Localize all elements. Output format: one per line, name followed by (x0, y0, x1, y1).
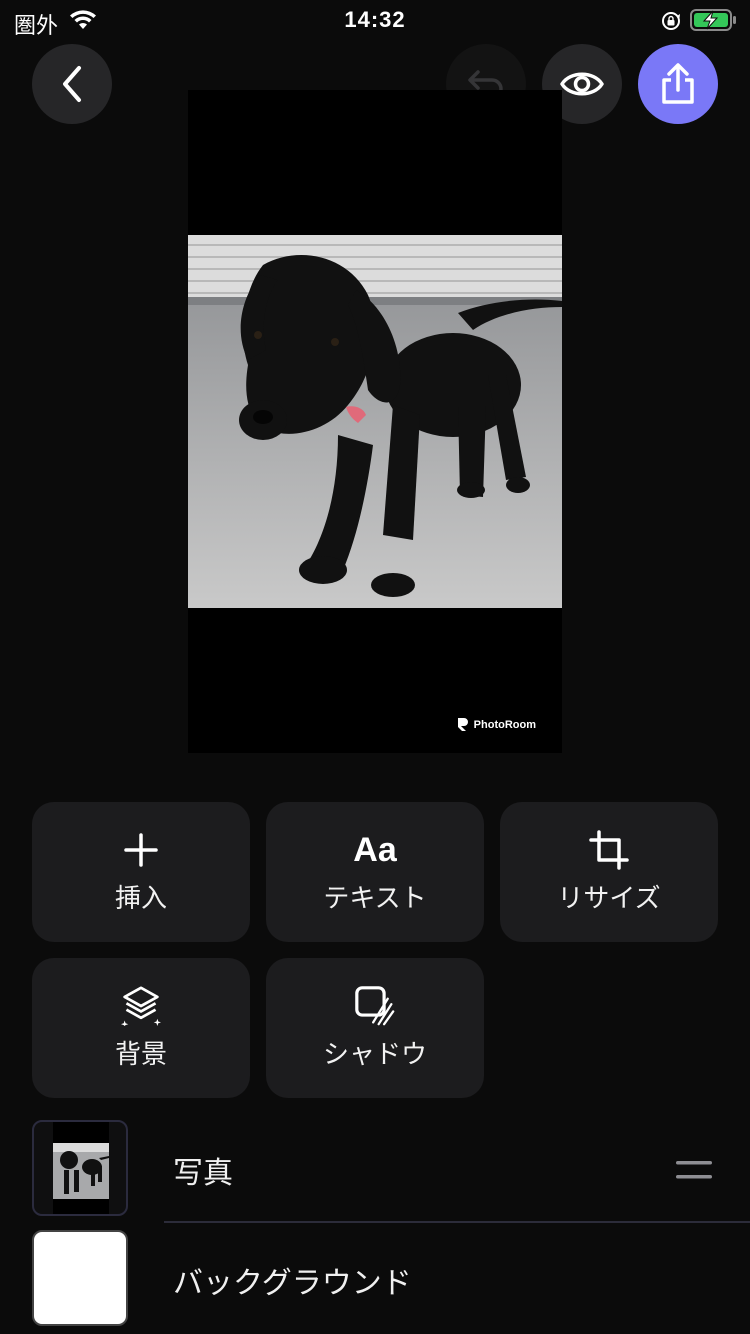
rotation-lock-icon (662, 12, 680, 30)
background-layer-thumbnail (32, 1230, 128, 1326)
drag-handle-icon[interactable] (676, 1160, 712, 1180)
layer-row-photo[interactable]: 写真 (0, 1120, 750, 1220)
text-label: テキスト (323, 883, 427, 914)
back-icon (63, 66, 81, 102)
text-aa-icon: Aa (353, 830, 397, 869)
layers-icon (121, 985, 161, 1026)
layer-row-background[interactable]: バックグラウンド (0, 1230, 750, 1330)
background-layer-label: バックグラウンド (173, 1266, 412, 1301)
insert-label: 挿入 (114, 883, 167, 914)
shadow-button[interactable]: シャドウ (266, 958, 484, 1098)
share-icon (662, 63, 694, 104)
shadow-icon (355, 985, 395, 1025)
photo-layer-label: 写真 (173, 1156, 233, 1191)
share-button[interactable] (638, 44, 718, 124)
watermark: PhotoRoom (457, 718, 536, 731)
eye-icon (560, 72, 604, 96)
dog-photo[interactable] (188, 235, 562, 608)
photoroom-logo-icon (457, 718, 468, 731)
status-bar: 圏外 14:32 (0, 0, 750, 40)
editor-canvas[interactable]: PhotoRoom (188, 90, 562, 753)
battery-charging-icon (690, 9, 736, 31)
plus-icon (124, 832, 158, 867)
photo-layer-thumbnail (32, 1120, 128, 1216)
background-label: 背景 (114, 1039, 167, 1070)
clock: 14:32 (344, 7, 406, 32)
insert-button[interactable]: 挿入 (32, 802, 250, 942)
watermark-text: PhotoRoom (473, 718, 536, 731)
text-button[interactable]: Aa テキスト (266, 802, 484, 942)
crop-icon (589, 829, 629, 870)
layer-divider (164, 1221, 750, 1223)
resize-label: リサイズ (557, 883, 661, 914)
back-button[interactable] (32, 44, 112, 124)
resize-button[interactable]: リサイズ (500, 802, 718, 942)
background-button[interactable]: 背景 (32, 958, 250, 1098)
shadow-label: シャドウ (322, 1039, 427, 1070)
